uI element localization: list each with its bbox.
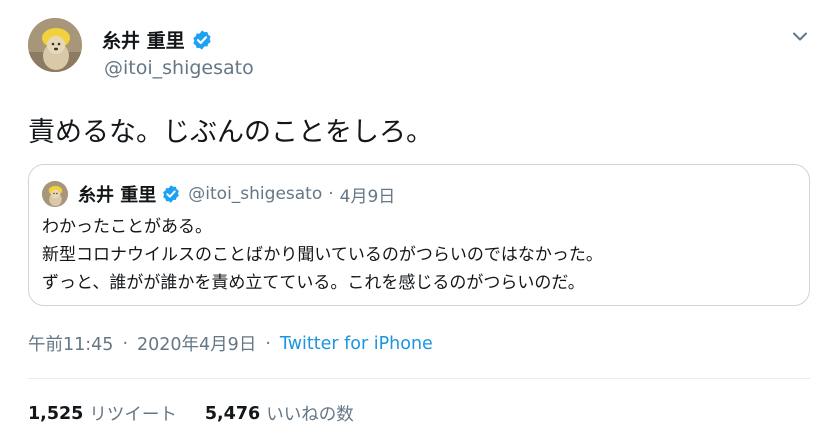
author-name-row[interactable]: 糸井 重里	[102, 26, 213, 53]
retweets-label: リツイート	[89, 405, 177, 425]
author-name[interactable]: 糸井 重里	[102, 26, 185, 53]
separator-dot: ·	[122, 333, 129, 354]
quoted-tweet-header: 糸井 重里 @itoi_shigesato · 4月9日	[42, 181, 395, 207]
likes-label: いいねの数	[266, 405, 354, 425]
quoted-avatar	[42, 181, 68, 207]
quoted-tweet-date: 4月9日	[339, 186, 396, 207]
quoted-author-name: 糸井 重里	[78, 185, 157, 206]
author-handle[interactable]: @itoi_shigesato	[104, 57, 254, 79]
tweet-card: 糸井 重里 @itoi_shigesato 責めるな。じぶんのことをしろ。 糸井…	[0, 0, 830, 439]
author-avatar[interactable]	[28, 18, 82, 72]
retweets-stat[interactable]: 1,525 リツイート	[28, 401, 177, 426]
quoted-tweet-line: 新型コロナウイルスのことばかり聞いているのがつらいのではなかった。	[42, 245, 603, 265]
quoted-tweet-text: わかったことがある。 新型コロナウイルスのことばかり聞いているのがつらいのではな…	[42, 213, 603, 297]
tweet-meta: 午前11:45 · 2020年4月9日 · Twitter for iPhone	[28, 331, 433, 356]
quoted-author-handle: @itoi_shigesato	[188, 184, 323, 204]
chevron-down-icon[interactable]	[788, 24, 812, 48]
tweet-source-link[interactable]: Twitter for iPhone	[280, 334, 433, 354]
likes-stat[interactable]: 5,476 いいねの数	[205, 401, 354, 426]
tweet-stats: 1,525 リツイート 5,476 いいねの数	[28, 401, 354, 426]
tweet-date[interactable]: 2020年4月9日	[137, 331, 256, 356]
separator-dot: ·	[328, 184, 334, 204]
tweet-time[interactable]: 午前11:45	[28, 331, 113, 356]
quoted-tweet-line: わかったことがある。	[42, 217, 212, 237]
tweet-text: 責めるな。じぶんのことをしろ。	[28, 117, 433, 148]
quoted-tweet[interactable]: 糸井 重里 @itoi_shigesato · 4月9日 わかったことがある。 …	[28, 164, 810, 306]
divider	[28, 378, 810, 379]
retweets-count: 1,525	[28, 403, 84, 424]
likes-count: 5,476	[204, 403, 261, 424]
verified-badge-icon	[161, 184, 181, 204]
quoted-tweet-line: ずっと、誰がが誰かを責め立てている。これを感じるのがつらいのだ。	[42, 273, 585, 293]
verified-badge-icon	[191, 29, 213, 51]
separator-dot: ·	[265, 333, 271, 354]
